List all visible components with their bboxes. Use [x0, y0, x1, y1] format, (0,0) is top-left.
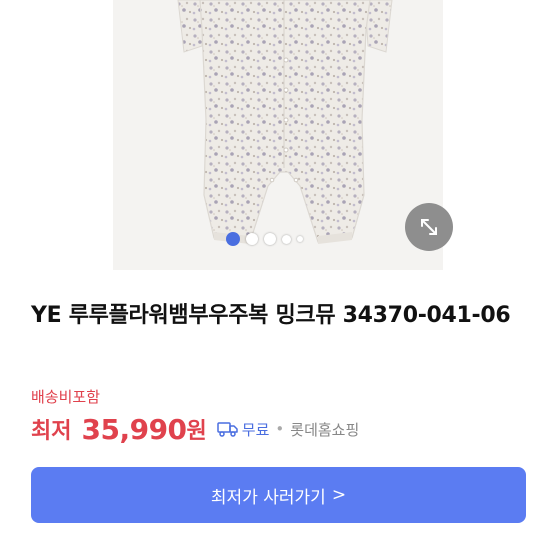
product-image: [177, 0, 393, 244]
price-currency-unit: 원: [186, 419, 207, 444]
buy-button-label: 최저가 사러가기: [210, 487, 326, 508]
lowest-price-label: 최저: [31, 419, 72, 444]
truck-icon: [217, 421, 239, 437]
pagination-dot[interactable]: [264, 233, 276, 245]
price-value: 35,990: [81, 412, 187, 446]
image-pagination[interactable]: [226, 231, 303, 247]
product-title: YE 루루플라워뱀부우주복 밍크뮤 34370-041-06: [31, 303, 511, 328]
pagination-dot[interactable]: [297, 236, 303, 242]
price-row: 최저 35,990 원 무료 • 롯데홈쇼핑: [31, 411, 359, 447]
buy-lowest-price-button[interactable]: 최저가 사러가기 >: [31, 467, 526, 523]
shipping-included-note: 배송비포함: [31, 388, 101, 406]
pagination-dot[interactable]: [246, 233, 258, 245]
pagination-dot[interactable]: [282, 234, 291, 244]
product-image-gallery[interactable]: [0, 0, 555, 270]
expand-arrows-icon: [421, 219, 437, 235]
expand-image-button[interactable]: [405, 203, 453, 251]
pagination-dot-active[interactable]: [226, 232, 240, 246]
store-name[interactable]: 롯데홈쇼핑: [290, 419, 359, 440]
chevron-right-icon: >: [331, 485, 347, 505]
separator-dot: •: [275, 420, 285, 438]
free-delivery-label: 무료: [241, 420, 270, 439]
